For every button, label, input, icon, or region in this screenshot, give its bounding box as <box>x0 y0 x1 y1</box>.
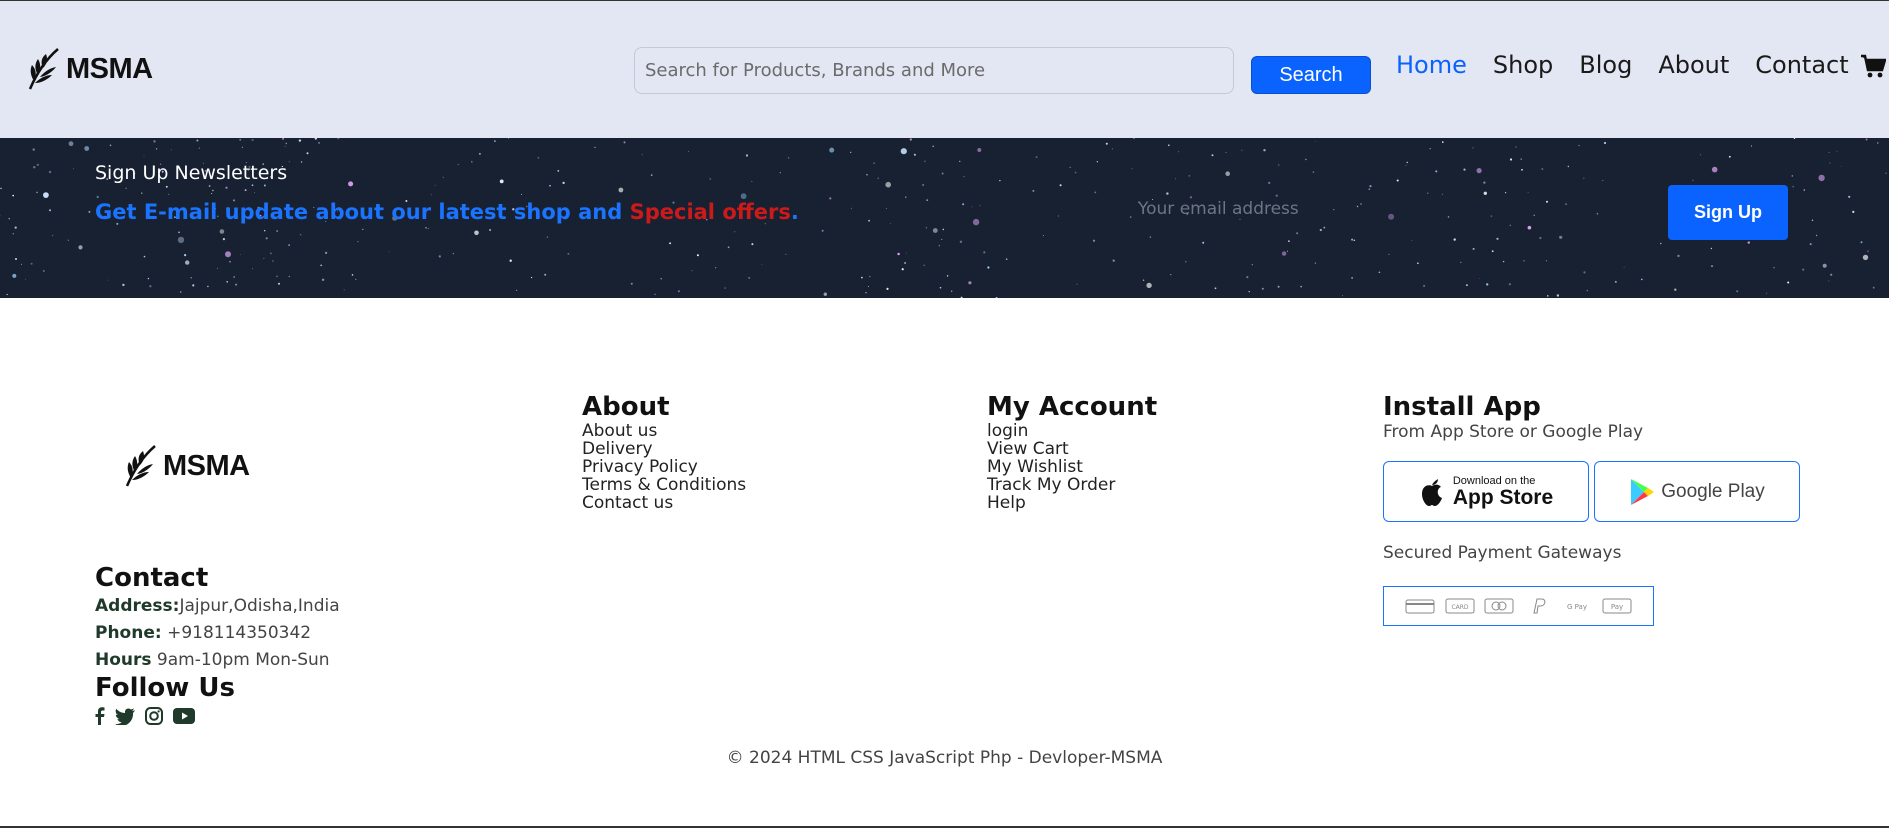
newsletter-section: Sign Up Newsletters Get E-mail update ab… <box>0 138 1889 298</box>
footer-brand-name: MSMA <box>163 449 250 482</box>
gpay-icon: G Pay <box>1567 603 1587 611</box>
install-heading: Install App <box>1383 392 1541 422</box>
account-heading: My Account <box>987 392 1158 422</box>
google-play-button[interactable]: Google Play <box>1594 461 1800 522</box>
instagram-icon[interactable] <box>145 707 163 725</box>
site-header: MSMA Search Home Shop Blog About Contact <box>0 0 1889 138</box>
brand-name: MSMA <box>66 52 153 85</box>
google-play-icon <box>1631 478 1655 505</box>
footer-contact: Contact Address:Jajpur,Odisha,India Phon… <box>95 563 340 674</box>
link-wishlist[interactable]: My Wishlist <box>987 458 1157 476</box>
search-button[interactable]: Search <box>1251 56 1371 94</box>
svg-text:Pay: Pay <box>1611 603 1623 611</box>
svg-text:G Pay: G Pay <box>1567 603 1587 611</box>
link-login[interactable]: login <box>987 422 1157 440</box>
contact-hours: Hours 9am-10pm Mon-Sun <box>95 647 340 674</box>
link-delivery[interactable]: Delivery <box>582 440 746 458</box>
link-track-order[interactable]: Track My Order <box>987 476 1157 494</box>
paypal-icon <box>1533 598 1546 614</box>
phone-value[interactable]: +918114350342 <box>162 623 311 643</box>
link-help[interactable]: Help <box>987 494 1157 512</box>
social-icons <box>95 707 235 725</box>
hours-value: 9am-10pm Mon-Sun <box>151 650 330 670</box>
newsletter-subtitle: Get E-mail update about our latest shop … <box>95 200 799 224</box>
nav-contact[interactable]: Contact <box>1755 51 1848 79</box>
youtube-icon[interactable] <box>173 708 195 724</box>
newsletter-special-offers: Special offers <box>629 200 791 224</box>
copyright-text: © 2024 HTML CSS JavaScript Php - Devlope… <box>726 748 1163 768</box>
footer-brand-logo[interactable]: MSMA <box>123 444 250 488</box>
google-play-label: Google Play <box>1661 480 1765 502</box>
nav-blog[interactable]: Blog <box>1579 51 1632 79</box>
twitter-icon[interactable] <box>115 707 135 725</box>
nav-shop[interactable]: Shop <box>1493 51 1553 79</box>
newsletter-subtitle-end: . <box>790 200 799 224</box>
link-view-cart[interactable]: View Cart <box>987 440 1157 458</box>
nav-home[interactable]: Home <box>1396 51 1467 79</box>
app-store-label: App Store <box>1452 485 1554 509</box>
signup-button[interactable]: Sign Up <box>1668 185 1788 240</box>
facebook-icon[interactable] <box>95 707 105 725</box>
footer-about-column: About About us Delivery Privacy Policy T… <box>582 392 746 512</box>
cart-icon[interactable] <box>1860 53 1887 83</box>
footer-follow: Follow Us <box>95 673 235 725</box>
newsletter-subtitle-main: Get E-mail update about our latest shop … <box>95 200 630 224</box>
hours-label: Hours <box>95 650 152 670</box>
link-privacy-policy[interactable]: Privacy Policy <box>582 458 746 476</box>
search-input[interactable] <box>634 47 1234 94</box>
leaf-logo-icon <box>125 445 156 487</box>
contact-phone: Phone: +918114350342 <box>95 620 340 647</box>
main-nav: Home Shop Blog About Contact <box>1396 51 1875 79</box>
follow-heading: Follow Us <box>95 673 235 703</box>
footer-account-column: My Account login View Cart My Wishlist T… <box>987 392 1157 512</box>
contact-address: Address:Jajpur,Odisha,India <box>95 593 340 620</box>
newsletter-title: Sign Up Newsletters <box>95 162 288 184</box>
apple-icon <box>1421 478 1442 506</box>
leaf-logo-icon <box>28 48 59 90</box>
link-about-us[interactable]: About us <box>582 422 746 440</box>
address-value: Jajpur,Odisha,India <box>179 596 340 616</box>
payment-gateways-label: Secured Payment Gateways <box>1383 543 1622 563</box>
brand-logo[interactable]: MSMA <box>26 47 153 91</box>
install-subtitle: From App Store or Google Play <box>1383 422 1644 442</box>
visa-icon <box>1484 598 1514 614</box>
link-contact-us[interactable]: Contact us <box>582 494 746 512</box>
contact-heading: Contact <box>95 563 209 593</box>
app-store-small-text: Download on the <box>1452 474 1536 487</box>
about-heading: About <box>582 392 670 422</box>
maestro-icon: Pay <box>1602 598 1632 614</box>
card-icon <box>1405 599 1435 614</box>
payment-icons: CARD G Pay Pay <box>1383 586 1654 626</box>
app-store-button[interactable]: Download on the App Store <box>1383 461 1589 522</box>
newsletter-email-input[interactable] <box>1138 186 1658 232</box>
footer-install-column: Install App From App Store or Google Pla… <box>1383 392 1643 442</box>
nav-about[interactable]: About <box>1658 51 1729 79</box>
address-label: Address: <box>95 596 180 616</box>
mastercard-icon: CARD <box>1445 598 1475 614</box>
link-terms[interactable]: Terms & Conditions <box>582 476 746 494</box>
phone-label: Phone: <box>95 623 162 643</box>
svg-text:CARD: CARD <box>1451 604 1468 611</box>
